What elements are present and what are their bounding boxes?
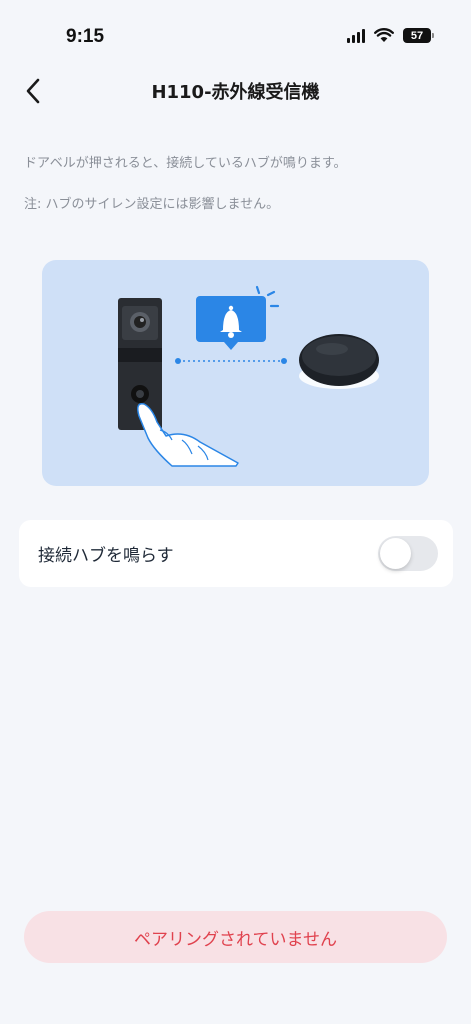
- note-text: 注: ハブのサイレン設定には影響しません。: [24, 197, 280, 212]
- hub-device: [299, 334, 379, 389]
- signal-icon: [347, 28, 365, 43]
- wifi-icon: [374, 28, 394, 42]
- bell-notification-icon: [196, 285, 280, 350]
- status-icons: 57: [347, 28, 434, 43]
- connection-dot-right: [281, 358, 287, 364]
- toggle-knob: [380, 538, 411, 569]
- battery-icon: 57: [403, 28, 434, 43]
- ring-hub-toggle[interactable]: [378, 536, 438, 571]
- finger-hand: [137, 403, 239, 467]
- nav-bar: H110-赤外線受信機: [0, 66, 471, 116]
- description-text: ドアベルが押されると、接続しているハブが鳴ります。: [24, 156, 347, 171]
- illustration-graphic: [118, 285, 379, 467]
- status-time: 9:15: [66, 26, 105, 47]
- page-title: H110-赤外線受信機: [151, 82, 320, 103]
- illustration: [42, 260, 429, 486]
- ring-hub-label: 接続ハブを鳴らす: [38, 546, 174, 566]
- pairing-status-button[interactable]: ペアリングされていません: [24, 911, 447, 963]
- ring-hub-setting-card: 接続ハブを鳴らす: [19, 520, 453, 587]
- connection-dot-left: [175, 358, 181, 364]
